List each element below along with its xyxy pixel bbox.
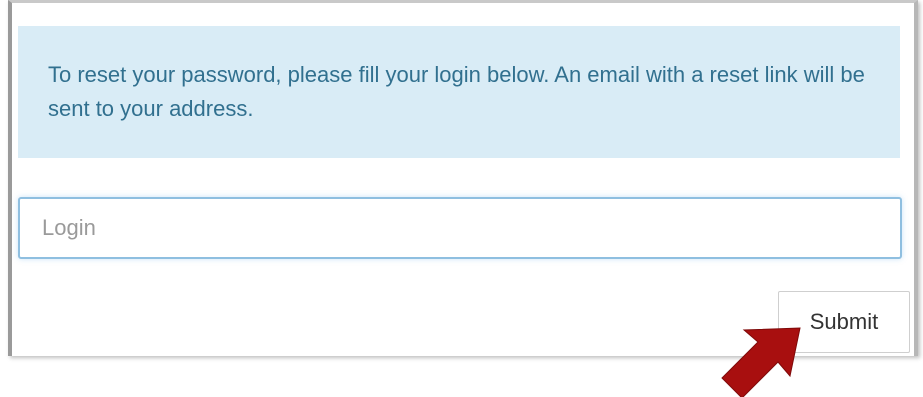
pointer-arrow-icon — [721, 327, 801, 397]
reset-info-message: To reset your password, please fill your… — [18, 26, 900, 158]
pointer-arrow-shape — [721, 327, 801, 397]
screenshot-stage: To reset your password, please fill your… — [0, 0, 923, 397]
login-input[interactable] — [18, 197, 902, 259]
reset-info-text: To reset your password, please fill your… — [48, 62, 865, 121]
